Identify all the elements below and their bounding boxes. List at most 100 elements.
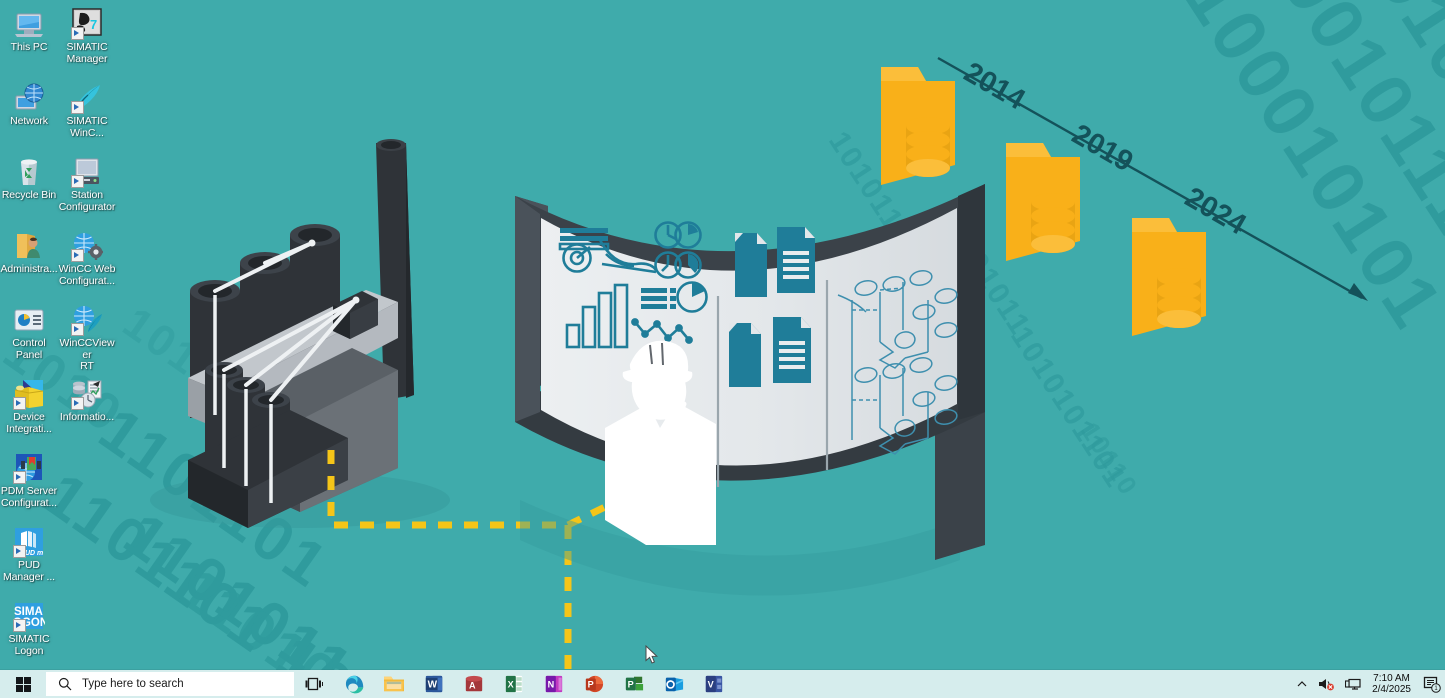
simatic-logon-icon: SIMA OGON xyxy=(13,600,48,632)
desktop-root[interactable]: 1100010101 0001011110 10100111 0110101 1… xyxy=(0,0,1445,698)
shortcut-overlay-icon xyxy=(71,175,84,188)
desktop-icon-label: Recycle Bin xyxy=(1,189,57,201)
search-input[interactable]: Type here to search xyxy=(46,672,294,696)
desktop-icon-label: Control Panel xyxy=(12,337,46,361)
notification-icon: 1 xyxy=(1423,676,1441,693)
desktop-icon-label: Informatio... xyxy=(59,411,115,423)
shortcut-overlay-icon xyxy=(13,471,26,484)
desktop-icon-station-configurator[interactable]: Station Configurator xyxy=(58,152,116,226)
taskbar-button-file-explorer[interactable] xyxy=(374,670,414,698)
svg-text:V: V xyxy=(708,680,714,690)
shortcut-overlay-icon xyxy=(71,101,84,114)
shortcut-overlay-icon xyxy=(71,249,84,262)
shortcut-overlay-icon xyxy=(71,397,84,410)
desktop-icon-network[interactable]: Network xyxy=(0,78,58,152)
desktop-icon-this-pc[interactable]: This PC xyxy=(0,4,58,78)
desktop-icon-label: Network xyxy=(10,115,48,127)
desktop-icon-grid: This PC 7 SIMATIC Manager Network SIMATI… xyxy=(0,4,124,670)
network-monitor-icon xyxy=(1345,678,1361,690)
device-integration-icon xyxy=(13,378,45,410)
station-configurator-icon xyxy=(71,156,103,188)
taskbar-button-project[interactable]: P xyxy=(614,670,654,698)
project-icon: P xyxy=(625,676,644,691)
chevron-up-icon xyxy=(1297,681,1307,687)
shortcut-overlay-icon xyxy=(13,619,26,632)
recycle-bin-icon xyxy=(13,156,45,188)
volume-button[interactable] xyxy=(1313,670,1340,698)
icon-row: Control Panel WinCCViewer RT xyxy=(0,300,124,374)
access-icon: A xyxy=(465,675,483,692)
winccviewer-rt-icon xyxy=(71,304,103,336)
search-placeholder-text: Type here to search xyxy=(82,678,184,690)
taskbar-button-outlook[interactable] xyxy=(654,670,694,698)
desktop-icon-pdm-server-configurator[interactable]: PDM Server Configurat... xyxy=(0,448,58,522)
simatic-wincc-icon xyxy=(71,82,103,114)
desktop-icon-label: WinCC Web Configurat... xyxy=(58,263,116,287)
search-icon xyxy=(58,677,72,691)
icon-row: PDM Server Configurat... xyxy=(0,448,124,522)
desktop-icon-information-server[interactable]: Informatio... xyxy=(58,374,116,448)
notification-center-button[interactable]: 1 xyxy=(1419,670,1445,698)
show-hidden-icons-button[interactable] xyxy=(1291,670,1313,698)
icon-row: This PC 7 SIMATIC Manager xyxy=(0,4,124,78)
shortcut-overlay-icon xyxy=(13,397,26,410)
clock-time: 7:10 AM xyxy=(1373,672,1410,684)
taskbar-button-onenote[interactable]: N xyxy=(534,670,574,698)
desktop-icon-simatic-wincc[interactable]: SIMATIC WinC... xyxy=(58,78,116,152)
icon-row: Administra... WinCC Web Configurat... xyxy=(0,226,124,300)
taskbar-button-excel[interactable]: X xyxy=(494,670,534,698)
network-button[interactable] xyxy=(1340,670,1366,698)
taskbar-button-edge[interactable] xyxy=(334,670,374,698)
clock[interactable]: 7:10 AM 2/4/2025 xyxy=(1366,670,1419,698)
icon-row: UD m PUD Manager ... xyxy=(0,522,124,596)
desktop-icon-pud-manager[interactable]: UD m PUD Manager ... xyxy=(0,522,58,596)
excel-icon: X xyxy=(505,675,523,693)
desktop-icon-simatic-logon[interactable]: SIMA OGON SIMATIC Logon xyxy=(0,596,58,670)
taskbar-button-word[interactable]: W xyxy=(414,670,454,698)
word-icon: W xyxy=(425,675,443,693)
icon-row: Device Integrati... Informatio... xyxy=(0,374,124,448)
shortcut-overlay-icon xyxy=(13,545,26,558)
taskbar-button-access[interactable]: A xyxy=(454,670,494,698)
desktop-icon-spacer-2 xyxy=(58,522,116,596)
desktop-icon-simatic-manager[interactable]: 7 SIMATIC Manager xyxy=(58,4,116,78)
svg-text:UD m: UD m xyxy=(25,550,43,557)
network-icon xyxy=(13,82,45,114)
edge-icon xyxy=(345,675,363,693)
desktop-icon-label: SIMATIC WinC... xyxy=(66,115,108,139)
desktop-icon-label: Station Configurator xyxy=(58,189,116,213)
svg-text:N: N xyxy=(548,680,555,690)
desktop-icon-wincc-web-configurator[interactable]: WinCC Web Configurat... xyxy=(58,226,116,300)
taskbar-button-powerpoint[interactable]: P xyxy=(574,670,614,698)
clock-date: 2/4/2025 xyxy=(1372,684,1411,695)
windows-logo-icon xyxy=(15,676,31,692)
speaker-muted-icon xyxy=(1319,679,1334,691)
desktop-icon-recycle-bin[interactable]: Recycle Bin xyxy=(0,152,58,226)
desktop-icon-label: WinCCViewer RT xyxy=(59,337,115,372)
system-tray[interactable]: 7:10 AM 2/4/2025 1 xyxy=(1291,670,1445,698)
pdm-server-configurator-icon xyxy=(13,452,45,484)
pud-manager-icon: UD m xyxy=(13,526,45,558)
control-panel-icon xyxy=(13,304,45,336)
desktop-icon-device-integration[interactable]: Device Integrati... xyxy=(0,374,58,448)
wincc-web-configurator-icon xyxy=(71,230,104,262)
start-button[interactable] xyxy=(0,670,46,698)
desktop-icon-control-panel[interactable]: Control Panel xyxy=(0,300,58,374)
taskbar-button-visio[interactable]: V xyxy=(694,670,734,698)
this-pc-icon xyxy=(13,8,45,40)
task-view-button[interactable] xyxy=(294,670,334,698)
svg-text:P: P xyxy=(628,680,634,690)
desktop-icon-label: Administra... xyxy=(0,263,58,275)
icon-row: Recycle Bin Station Configurator xyxy=(0,152,124,226)
task-view-icon xyxy=(305,677,323,691)
desktop-icon-label: Device Integrati... xyxy=(6,411,52,435)
shortcut-overlay-icon xyxy=(71,323,84,336)
desktop-icon-spacer-3 xyxy=(58,596,116,670)
information-server-icon xyxy=(71,378,103,410)
desktop-icon-winccviewer-rt[interactable]: WinCCViewer RT xyxy=(58,300,116,374)
svg-text:X: X xyxy=(508,680,514,690)
icon-row: SIMA OGON SIMATIC Logon xyxy=(0,596,124,670)
taskbar[interactable]: Type here to search W A X N P P V 7:10 A… xyxy=(0,670,1445,698)
administrator-icon xyxy=(13,230,45,262)
desktop-icon-administrator[interactable]: Administra... xyxy=(0,226,58,300)
